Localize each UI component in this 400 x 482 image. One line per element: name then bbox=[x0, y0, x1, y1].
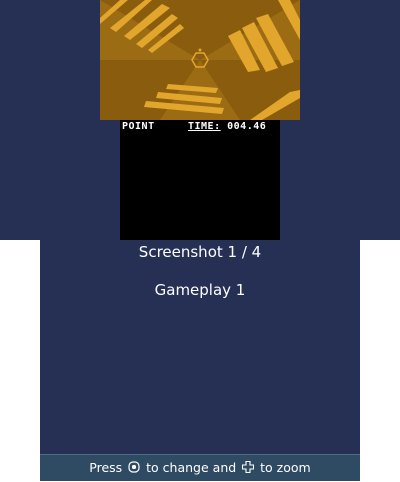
controls-hint-bar: Press to change and to zoom bbox=[40, 454, 360, 481]
hint-press: Press bbox=[89, 460, 123, 475]
screenshot-caption: Gameplay 1 bbox=[154, 281, 246, 299]
gameplay-screenshot[interactable] bbox=[100, 0, 300, 120]
hud-time-label: TIME: bbox=[188, 121, 221, 132]
hud-point-label: POINT bbox=[122, 121, 155, 132]
hud-time-readout: TIME: 004.46 bbox=[188, 121, 266, 133]
bottom-screen-panel bbox=[40, 240, 360, 480]
hud-time-value: 004.46 bbox=[227, 121, 267, 132]
circle-pad-icon bbox=[128, 456, 140, 482]
dpad-icon bbox=[242, 456, 255, 482]
screenshot-counter: Screenshot 1 / 4 bbox=[138, 243, 262, 261]
hint-zoom: to zoom bbox=[260, 460, 311, 475]
hint-change: to change and bbox=[146, 460, 237, 475]
gameplay-hexagon-art bbox=[100, 0, 300, 120]
bottom-screen-hud: POINT TIME: 004.46 bbox=[120, 120, 280, 240]
